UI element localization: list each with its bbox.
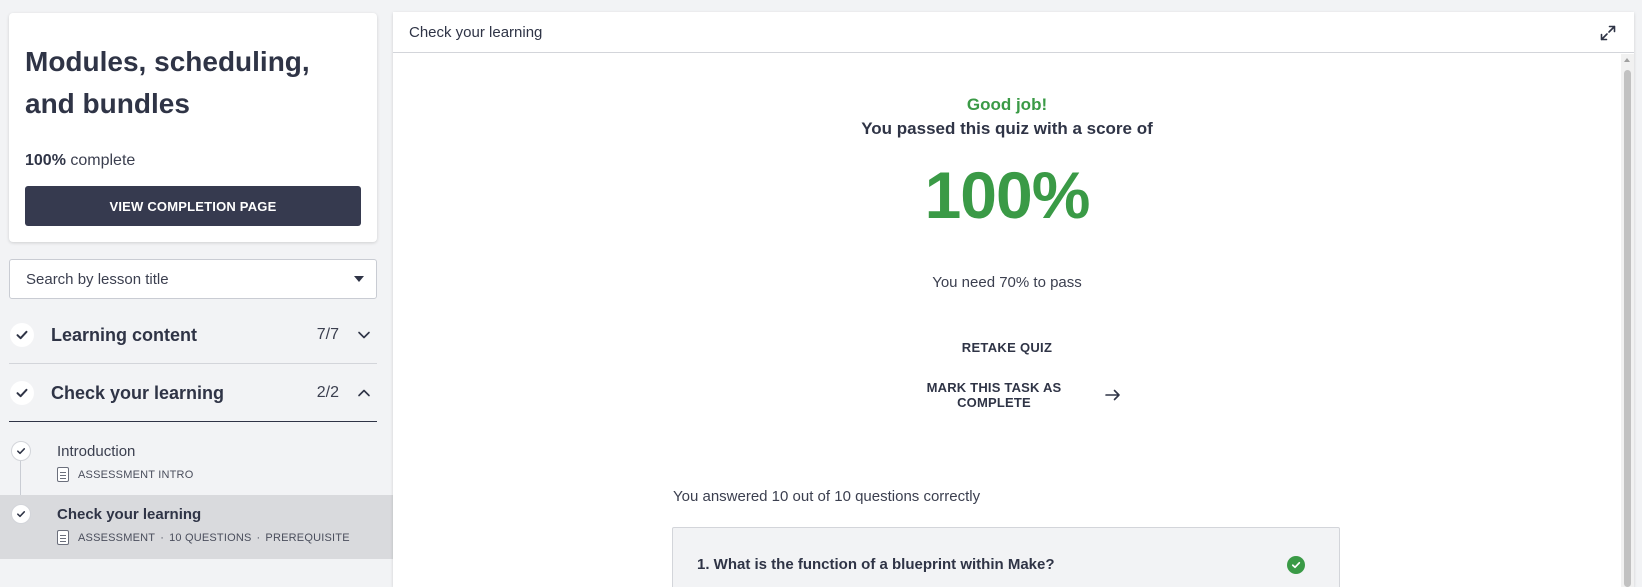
question-item[interactable]: 1. What is the function of a blueprint w… bbox=[672, 527, 1340, 587]
mark-complete-label: MARK THIS TASK AS COMPLETE bbox=[926, 380, 1062, 410]
section-title: Learning content bbox=[51, 324, 198, 345]
progress-text: 100% complete bbox=[25, 152, 135, 170]
section-count: 2/2 bbox=[316, 384, 339, 401]
lesson-introduction[interactable]: Introduction ASSESSMENT INTRO bbox=[0, 432, 393, 496]
section-learning-content[interactable]: Learning content 7/7 bbox=[9, 307, 377, 364]
check-icon bbox=[11, 504, 31, 524]
meta-separator: · bbox=[160, 531, 165, 544]
scrollbar[interactable] bbox=[1621, 54, 1634, 587]
answered-summary: You answered 10 out of 10 questions corr… bbox=[673, 488, 981, 505]
chevron-down-icon[interactable] bbox=[357, 328, 371, 342]
expand-icon[interactable] bbox=[1598, 23, 1618, 43]
lesson-title: Check your learning bbox=[57, 506, 202, 523]
lesson-meta: ASSESSMENT INTRO bbox=[57, 467, 193, 482]
lesson-meta: ASSESSMENT · 10 QUESTIONS · PREREQUISITE bbox=[57, 530, 350, 545]
lesson-check-your-learning[interactable]: Check your learning ASSESSMENT · 10 QUES… bbox=[0, 495, 393, 559]
arrow-right-icon bbox=[1105, 389, 1121, 401]
chevron-up-icon[interactable] bbox=[357, 386, 371, 400]
panel-title: Check your learning bbox=[409, 23, 543, 41]
section-count: 7/7 bbox=[316, 326, 339, 343]
section-title: Check your learning bbox=[51, 382, 225, 403]
document-icon bbox=[57, 530, 69, 545]
check-icon bbox=[11, 441, 31, 461]
caret-down-icon bbox=[354, 276, 364, 282]
panel-header: Check your learning bbox=[393, 12, 1634, 53]
lesson-prerequisite: PREREQUISITE bbox=[265, 531, 350, 544]
quiz-panel: Check your learning Good job! You passed… bbox=[393, 12, 1634, 587]
scroll-up-arrow-icon[interactable] bbox=[1624, 58, 1630, 62]
check-icon bbox=[10, 323, 34, 347]
sidebar: Modules, scheduling, and bundles 100% co… bbox=[0, 0, 393, 587]
lesson-title: Introduction bbox=[57, 443, 136, 460]
mark-complete-button[interactable]: MARK THIS TASK AS COMPLETE bbox=[893, 380, 1121, 410]
lesson-search-select[interactable]: Search by lesson title bbox=[9, 259, 377, 299]
scrollbar-thumb[interactable] bbox=[1624, 70, 1631, 587]
course-title: Modules, scheduling, and bundles bbox=[25, 46, 310, 119]
correct-check-icon bbox=[1287, 556, 1305, 574]
good-job-text: Good job! bbox=[966, 95, 1048, 114]
pass-requirement-text: You need 70% to pass bbox=[932, 274, 1082, 291]
quiz-score: 100% bbox=[924, 158, 1091, 232]
lesson-question-count: 10 QUESTIONS bbox=[169, 531, 252, 544]
lesson-type: ASSESSMENT INTRO bbox=[78, 468, 194, 481]
progress-value: 100% bbox=[25, 152, 66, 169]
lesson-type: ASSESSMENT bbox=[78, 531, 156, 544]
passed-text: You passed this quiz with a score of bbox=[861, 119, 1153, 138]
section-check-your-learning[interactable]: Check your learning 2/2 bbox=[9, 365, 377, 422]
meta-separator: · bbox=[256, 531, 261, 544]
lesson-search-placeholder: Search by lesson title bbox=[26, 270, 169, 288]
retake-quiz-button[interactable]: RETAKE QUIZ bbox=[941, 332, 1073, 362]
check-icon bbox=[10, 381, 34, 405]
document-icon bbox=[57, 467, 69, 482]
question-text: 1. What is the function of a blueprint w… bbox=[697, 556, 1055, 573]
progress-suffix: complete bbox=[70, 152, 136, 169]
course-card: Modules, scheduling, and bundles 100% co… bbox=[9, 13, 377, 242]
view-completion-page-button[interactable]: VIEW COMPLETION PAGE bbox=[25, 186, 361, 226]
